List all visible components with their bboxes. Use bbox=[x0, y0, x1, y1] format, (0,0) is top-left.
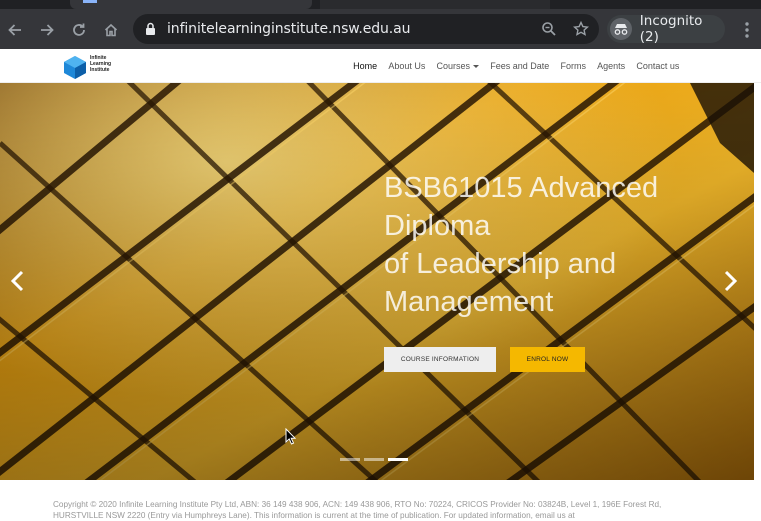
back-icon[interactable] bbox=[4, 19, 26, 41]
carousel-indicator-2[interactable] bbox=[364, 458, 384, 461]
incognito-badge[interactable]: Incognito (2) bbox=[607, 13, 725, 45]
site-header: Infinite Learning Institute Home About Us … bbox=[0, 49, 761, 83]
nav-about[interactable]: About Us bbox=[383, 61, 431, 71]
chevron-down-icon bbox=[473, 65, 480, 69]
incognito-label: Incognito (2) bbox=[639, 13, 703, 45]
nav-fees[interactable]: Fees and Date bbox=[485, 61, 555, 71]
logo-text: Infinite Learning Institute bbox=[90, 55, 112, 73]
carousel-indicators bbox=[340, 458, 408, 461]
page-scrollbar[interactable] bbox=[754, 83, 761, 480]
carousel-indicator-1[interactable] bbox=[340, 458, 360, 461]
menu-icon[interactable] bbox=[740, 19, 754, 41]
enrol-now-button[interactable]: ENROL NOW bbox=[510, 347, 585, 372]
hero-carousel: BSB61015 Advanced Diploma of Leadership … bbox=[0, 83, 754, 480]
address-bar[interactable]: infinitelearninginstitute.nsw.edu.au bbox=[133, 14, 599, 44]
hero-title: BSB61015 Advanced Diploma of Leadership … bbox=[384, 172, 659, 318]
zoom-icon[interactable] bbox=[541, 21, 557, 37]
mouse-cursor-icon bbox=[285, 428, 297, 445]
main-nav: Home About Us Courses Fees and Date Form… bbox=[348, 49, 685, 83]
nav-courses[interactable]: Courses bbox=[431, 61, 485, 71]
reload-icon[interactable] bbox=[68, 19, 90, 41]
home-icon[interactable] bbox=[100, 19, 122, 41]
nav-contact[interactable]: Contact us bbox=[631, 61, 685, 71]
nav-home[interactable]: Home bbox=[348, 61, 383, 71]
incognito-icon bbox=[610, 18, 632, 40]
nav-agents[interactable]: Agents bbox=[592, 61, 631, 71]
browser-toolbar: infinitelearninginstitute.nsw.edu.au Inc… bbox=[0, 9, 761, 49]
carousel-indicator-3[interactable] bbox=[388, 458, 408, 461]
star-icon[interactable] bbox=[573, 21, 589, 37]
url-text[interactable]: infinitelearninginstitute.nsw.edu.au bbox=[167, 21, 410, 37]
course-information-button[interactable]: COURSE INFORMATION bbox=[384, 347, 496, 372]
nav-forms[interactable]: Forms bbox=[555, 61, 592, 71]
lock-icon[interactable] bbox=[145, 22, 156, 36]
site-footer: Copyright © 2020 Infinite Learning Insti… bbox=[0, 480, 761, 520]
browser-tab-active[interactable] bbox=[70, 0, 312, 9]
browser-tab-strip bbox=[0, 0, 761, 9]
forward-icon[interactable] bbox=[36, 19, 58, 41]
carousel-prev-icon[interactable] bbox=[8, 269, 28, 293]
logo-cube-icon bbox=[64, 56, 86, 79]
hero-caption: BSB61015 Advanced Diploma of Leadership … bbox=[384, 169, 714, 321]
carousel-next-icon[interactable] bbox=[720, 269, 740, 293]
nav-courses-label: Courses bbox=[436, 61, 471, 71]
site-logo[interactable]: Infinite Learning Institute bbox=[62, 52, 124, 80]
browser-tab-inactive[interactable] bbox=[320, 0, 550, 9]
favicon-icon bbox=[83, 0, 97, 3]
